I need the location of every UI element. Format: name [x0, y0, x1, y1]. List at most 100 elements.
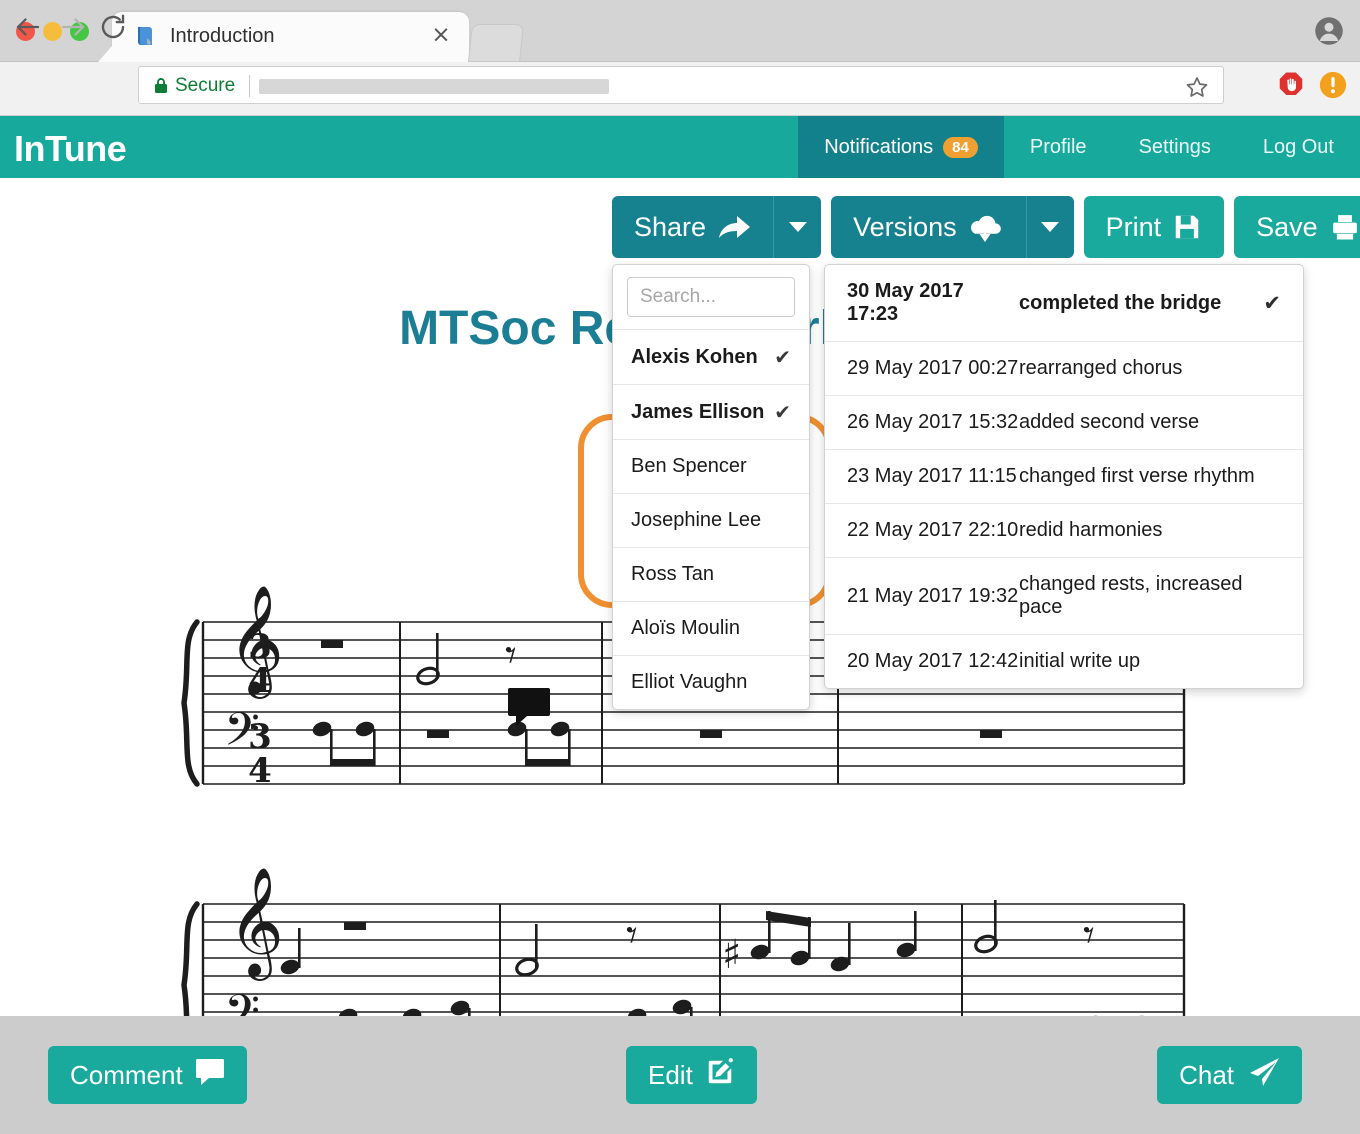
version-timestamp: 30 May 2017 17:23 [847, 280, 1019, 326]
share-search-input[interactable] [627, 277, 795, 317]
edit-button[interactable]: Edit [626, 1046, 757, 1104]
pencil-square-icon [705, 1057, 735, 1094]
share-person-item[interactable]: Alexis Kohen ✔ [613, 329, 809, 384]
navbar-menu: Notifications 84 Profile Settings Log Ou… [798, 116, 1360, 178]
version-message: changed rests, increased pace [1019, 573, 1281, 619]
version-row[interactable]: 20 May 2017 12:42 initial write up [825, 634, 1303, 688]
nav-item-label: Notifications [824, 136, 933, 159]
check-icon: ✔ [774, 400, 791, 424]
browser-title-bar: Introduction × [0, 0, 1360, 62]
comment-button[interactable]: Comment [48, 1046, 247, 1104]
svg-text:𝄾: 𝄾 [268, 1000, 280, 1016]
footer-action-bar: Comment Edit Chat [0, 1016, 1360, 1134]
version-timestamp: 20 May 2017 12:42 [847, 650, 1019, 673]
chat-button-label: Chat [1179, 1060, 1234, 1091]
notifications-badge: 84 [943, 137, 978, 158]
version-row[interactable]: 26 May 2017 15:32 added second verse [825, 395, 1303, 449]
share-person-item[interactable]: Josephine Lee [613, 493, 809, 547]
chat-button[interactable]: Chat [1157, 1046, 1302, 1104]
share-person-item[interactable]: Aloïs Moulin [613, 601, 809, 655]
version-row[interactable]: 21 May 2017 19:32 changed rests, increas… [825, 557, 1303, 634]
svg-text:𝄞: 𝄞 [228, 867, 284, 982]
save-button[interactable]: Save [1234, 196, 1360, 258]
share-person-item[interactable]: James Ellison ✔ [613, 384, 809, 439]
share-button-label: Share [634, 212, 706, 243]
share-person-name: James Ellison [631, 401, 764, 424]
comment-button-label: Comment [70, 1060, 183, 1091]
version-timestamp: 29 May 2017 00:27 [847, 357, 1019, 380]
adblock-icon[interactable] [1276, 70, 1306, 100]
share-button[interactable]: Share [612, 196, 773, 258]
save-button-label: Save [1256, 212, 1318, 243]
svg-text:𝄾: 𝄾 [505, 630, 517, 681]
document-toolbar: Share Versions [612, 196, 1360, 258]
paper-plane-icon [1246, 1057, 1280, 1094]
svg-text:𝄢: 𝄢 [224, 985, 260, 1016]
versions-button[interactable]: Versions [831, 196, 1026, 258]
star-bookmark-icon[interactable] [1185, 75, 1209, 99]
svg-text:♯: ♯ [722, 932, 741, 978]
print-button-label: Print [1106, 212, 1162, 243]
version-timestamp: 26 May 2017 15:32 [847, 411, 1019, 434]
share-dropdown-toggle[interactable] [773, 196, 821, 258]
share-search-container [613, 265, 809, 329]
share-person-name: Josephine Lee [631, 509, 761, 532]
svg-text:4: 4 [248, 751, 272, 791]
version-message: redid harmonies [1019, 519, 1281, 542]
share-button-group: Share [612, 196, 821, 258]
app-navbar: InTune Notifications 84 Profile Settings… [0, 116, 1360, 178]
version-row[interactable]: 23 May 2017 11:15 changed first verse rh… [825, 449, 1303, 503]
new-tab-button[interactable] [468, 24, 524, 62]
share-person-item[interactable]: Elliot Vaughn [613, 655, 809, 709]
reload-icon[interactable] [98, 12, 128, 42]
share-person-name: Ben Spencer [631, 455, 747, 478]
versions-dropdown-toggle[interactable] [1026, 196, 1074, 258]
nav-item-profile[interactable]: Profile [1004, 116, 1113, 178]
share-dropdown-panel: Alexis Kohen ✔ James Ellison ✔ Ben Spenc… [612, 264, 810, 710]
browser-tab[interactable]: Introduction × [112, 12, 469, 62]
app-brand-logo[interactable]: InTune [14, 130, 126, 168]
version-message: completed the bridge [1019, 292, 1263, 315]
version-message: changed first verse rhythm [1019, 465, 1281, 488]
cloud-download-icon [968, 211, 1004, 243]
svg-text:4: 4 [248, 661, 272, 701]
nav-item-settings[interactable]: Settings [1113, 116, 1237, 178]
share-person-name: Alexis Kohen [631, 346, 758, 369]
account-circle-icon[interactable] [1314, 16, 1344, 46]
lock-icon [153, 76, 169, 96]
svg-text:𝄾: 𝄾 [1083, 910, 1095, 961]
svg-text:𝄾: 𝄾 [626, 910, 638, 961]
version-row[interactable]: 22 May 2017 22:10 redid harmonies [825, 503, 1303, 557]
share-person-name: Ross Tan [631, 563, 714, 586]
warning-icon[interactable] [1318, 70, 1348, 100]
chevron-down-icon [789, 222, 807, 232]
version-message: rearranged chorus [1019, 357, 1281, 380]
comment-bubble-marker-icon[interactable] [508, 688, 550, 731]
nav-item-notifications[interactable]: Notifications 84 [798, 116, 1004, 178]
version-message: added second verse [1019, 411, 1281, 434]
url-text [259, 79, 609, 94]
omnibox-divider [249, 75, 250, 97]
nav-item-label: Settings [1139, 136, 1211, 159]
floppy-disk-icon [1172, 212, 1202, 242]
edit-button-label: Edit [648, 1060, 693, 1091]
comment-bubble-icon [195, 1058, 225, 1093]
share-person-item[interactable]: Ross Tan [613, 547, 809, 601]
nav-item-logout[interactable]: Log Out [1237, 116, 1360, 178]
check-icon: ✔ [1263, 291, 1281, 315]
close-icon[interactable]: × [429, 23, 453, 47]
version-timestamp: 21 May 2017 19:32 [847, 585, 1019, 608]
version-row[interactable]: 30 May 2017 17:23 completed the bridge ✔ [825, 265, 1303, 341]
arrow-back-icon[interactable] [13, 12, 43, 42]
version-row[interactable]: 29 May 2017 00:27 rearranged chorus [825, 341, 1303, 395]
arrow-forward-icon[interactable] [58, 12, 88, 42]
share-person-item[interactable]: Ben Spencer [613, 439, 809, 493]
chevron-down-icon [1041, 222, 1059, 232]
nav-item-label: Log Out [1263, 136, 1334, 159]
print-button[interactable]: Print [1084, 196, 1225, 258]
check-icon: ✔ [774, 345, 791, 369]
version-timestamp: 23 May 2017 11:15 [847, 465, 1019, 488]
address-bar[interactable]: Secure [138, 66, 1224, 104]
share-person-name: Elliot Vaughn [631, 671, 747, 694]
share-person-name: Aloïs Moulin [631, 617, 740, 640]
